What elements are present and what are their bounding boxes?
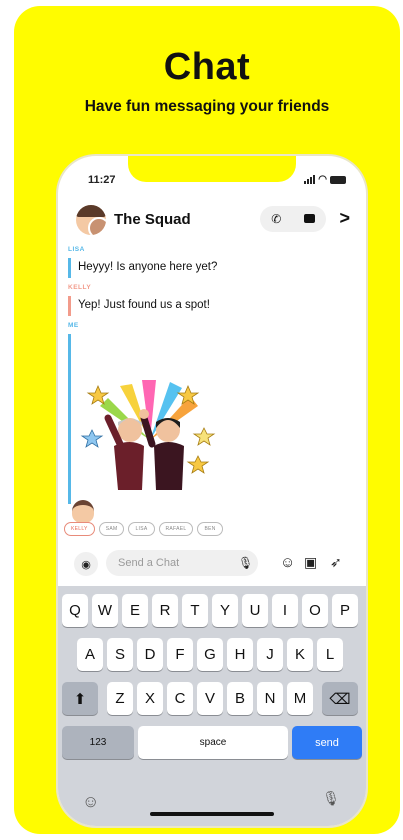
backspace-key[interactable]: ⌫ [322, 682, 358, 715]
friend-chip[interactable]: SAM [98, 522, 125, 536]
key-l[interactable]: L [317, 638, 343, 671]
call-controls: ✆ [260, 206, 326, 232]
message-bar [68, 258, 71, 278]
key-g[interactable]: G [197, 638, 223, 671]
sticker-icon[interactable]: ▣ [304, 554, 317, 571]
key-r[interactable]: R [152, 594, 178, 627]
smiley-icon[interactable]: ☺ [280, 554, 295, 571]
numbers-key[interactable]: 123 [62, 726, 134, 759]
chat-input[interactable] [106, 550, 258, 576]
status-time: 11:27 [88, 174, 116, 186]
key-e[interactable]: E [122, 594, 148, 627]
key-u[interactable]: U [242, 594, 268, 627]
key-i[interactable]: I [272, 594, 298, 627]
phone-frame: 11:27 ◠ The Squad ✆ > LISA Heyyy! Is any… [58, 156, 366, 826]
key-b[interactable]: B [227, 682, 253, 715]
key-z[interactable]: Z [107, 682, 133, 715]
home-indicator [150, 812, 274, 816]
chat-header: The Squad ✆ > [76, 202, 352, 238]
message-sender: LISA [68, 246, 85, 253]
status-icons: ◠ [304, 174, 346, 185]
keyboard-bottom-bar: ☺ 🎙 [58, 772, 366, 826]
message-text: Yep! Just found us a spot! [78, 299, 210, 311]
group-name[interactable]: The Squad [114, 211, 191, 228]
key-h[interactable]: H [227, 638, 253, 671]
space-key[interactable]: space [138, 726, 288, 759]
friend-chip[interactable]: KELLY [64, 522, 95, 536]
message-text: Heyyy! Is anyone here yet? [78, 261, 218, 273]
friend-chip[interactable]: LISA [128, 522, 155, 536]
wifi-icon: ◠ [318, 174, 327, 185]
message-bar [68, 296, 71, 316]
chevron-right-icon[interactable]: > [339, 208, 350, 229]
promo-card: Chat Have fun messaging your friends 11:… [14, 6, 400, 834]
emoji-keyboard-icon[interactable]: ☺ [82, 792, 99, 812]
key-n[interactable]: N [257, 682, 283, 715]
message-bar [68, 334, 71, 504]
shift-key[interactable]: ⬆ [62, 682, 98, 715]
phone-call-icon[interactable]: ✆ [271, 213, 281, 225]
key-j[interactable]: J [257, 638, 283, 671]
key-v[interactable]: V [197, 682, 223, 715]
backspace-icon: ⌫ [329, 690, 351, 708]
key-w[interactable]: W [92, 594, 118, 627]
message-sender: ME [68, 322, 79, 329]
shift-icon: ⬆ [73, 690, 87, 708]
key-y[interactable]: Y [212, 594, 238, 627]
key-s[interactable]: S [107, 638, 133, 671]
typing-bitmoji [72, 500, 94, 523]
keyboard: Q W E R T Y U I O P A S D F G H J K L ⬆ … [58, 586, 366, 826]
key-k[interactable]: K [287, 638, 313, 671]
battery-icon [330, 175, 346, 184]
camera-icon: ◉ [81, 558, 91, 571]
group-avatar[interactable] [76, 205, 106, 235]
key-o[interactable]: O [302, 594, 328, 627]
friend-chips: KELLY SAM LISA RAFAEL BEN [64, 522, 223, 536]
status-bar: 11:27 ◠ [88, 174, 346, 190]
dictation-mic-icon[interactable]: 🎙 [322, 790, 340, 807]
compose-bar: ◉ 🎙 ☺ ▣ ➶ [58, 544, 366, 584]
send-key[interactable]: send [292, 726, 362, 759]
mic-icon[interactable]: 🎙 [238, 556, 253, 570]
rocket-icon[interactable]: ➶ [330, 554, 342, 571]
key-m[interactable]: M [287, 682, 313, 715]
message-sender: KELLY [68, 284, 92, 291]
video-call-icon[interactable] [303, 213, 315, 225]
key-p[interactable]: P [332, 594, 358, 627]
promo-subhead: Have fun messaging your friends [84, 98, 330, 115]
key-d[interactable]: D [137, 638, 163, 671]
key-t[interactable]: T [182, 594, 208, 627]
signal-icon [304, 175, 316, 184]
key-c[interactable]: C [167, 682, 193, 715]
key-q[interactable]: Q [62, 594, 88, 627]
bitmoji-sticker[interactable] [80, 378, 220, 498]
key-a[interactable]: A [77, 638, 103, 671]
promo-headline: Chat [163, 46, 251, 88]
key-f[interactable]: F [167, 638, 193, 671]
friend-chip[interactable]: RAFAEL [158, 522, 194, 536]
camera-button[interactable]: ◉ [74, 552, 98, 576]
key-x[interactable]: X [137, 682, 163, 715]
friend-chip[interactable]: BEN [197, 522, 223, 536]
